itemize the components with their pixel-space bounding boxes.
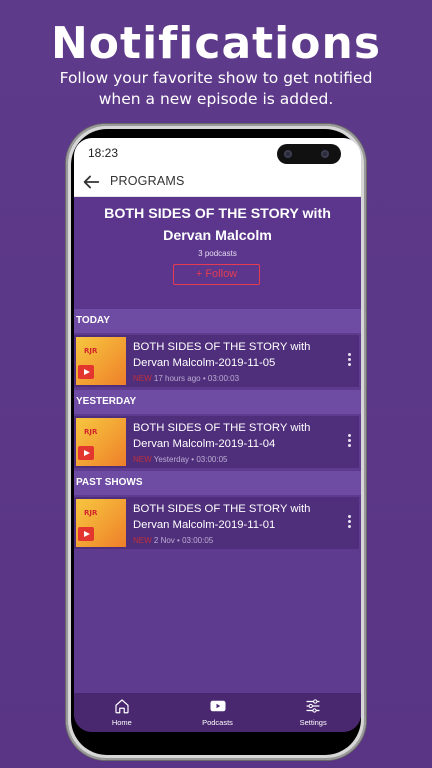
- promo-subtitle: Follow your favorite show to get notifie…: [59, 69, 373, 108]
- youtube-play-icon: [210, 700, 225, 712]
- sliders-icon: [306, 699, 320, 713]
- podcast-count: 3 podcasts: [198, 249, 237, 258]
- nav-podcasts[interactable]: Podcasts: [170, 693, 266, 732]
- meta-separator: •: [191, 455, 195, 464]
- show-header: BOTH SIDES OF THE STORY with Dervan Malc…: [74, 197, 361, 309]
- episode-duration: 03:00:05: [196, 455, 228, 464]
- section-header-today: TODAY: [74, 309, 361, 333]
- episode-row[interactable]: RJR BOTH SIDES OF THE STORY with Dervan …: [74, 416, 359, 468]
- app-bar: PROGRAMS: [74, 168, 361, 197]
- episode-row[interactable]: RJR BOTH SIDES OF THE STORY with Dervan …: [74, 335, 359, 387]
- meta-separator: •: [177, 536, 180, 545]
- meta-separator: •: [202, 374, 206, 383]
- youtube-play-icon: [78, 446, 94, 460]
- episode-title: BOTH SIDES OF THE STORY with Dervan Malc…: [133, 503, 311, 531]
- episode-thumbnail: RJR: [76, 418, 126, 466]
- episode-meta: NEW 17 hours ago • 03:00:03: [133, 374, 239, 383]
- episode-duration: 03:00:03: [207, 374, 240, 383]
- follow-button[interactable]: + Follow: [173, 264, 260, 285]
- front-camera-icon: [321, 150, 329, 158]
- episode-time: Yesterday: [153, 455, 190, 464]
- nav-settings-label: Settings: [299, 718, 327, 727]
- app-bar-title: PROGRAMS: [110, 174, 185, 188]
- episode-title: BOTH SIDES OF THE STORY with Dervan Malc…: [133, 422, 311, 450]
- front-camera-icon: [284, 150, 292, 158]
- episode-title: BOTH SIDES OF THE STORY with Dervan Malc…: [133, 341, 311, 369]
- status-time: 18:23: [88, 146, 119, 160]
- more-vert-icon[interactable]: [347, 352, 351, 370]
- bottom-nav: Home Podcasts Settings: [74, 693, 361, 732]
- status-bar: 18:23: [74, 138, 361, 168]
- station-logo: RJR: [84, 428, 98, 436]
- nav-home-label: Home: [111, 718, 132, 727]
- episode-meta: NEW Yesterday • 03:00:05: [133, 455, 227, 464]
- episode-thumbnail: RJR: [76, 337, 126, 385]
- promo-title: Notifications: [50, 18, 382, 69]
- more-vert-icon[interactable]: [347, 514, 351, 532]
- home-icon: [115, 699, 129, 714]
- new-badge: NEW: [133, 455, 152, 464]
- arrow-left-icon[interactable]: [80, 171, 102, 193]
- camera-cutout: [277, 144, 341, 164]
- episode-time: 2 Nov: [153, 536, 175, 545]
- show-title: BOTH SIDES OF THE STORY with Dervan Malc…: [104, 206, 331, 244]
- new-badge: NEW: [133, 536, 152, 545]
- nav-home[interactable]: Home: [74, 693, 170, 732]
- episode-duration: 03:00:05: [182, 536, 214, 545]
- nav-settings[interactable]: Settings: [265, 693, 361, 732]
- app-screen: 18:23 PROGRAMS BOTH SIDES OF THE STORY w…: [74, 138, 361, 732]
- youtube-play-icon: [78, 527, 94, 541]
- nav-podcasts-label: Podcasts: [202, 718, 233, 727]
- episode-meta: NEW 2 Nov • 03:00:05: [133, 536, 213, 545]
- section-header-yesterday: YESTERDAY: [74, 390, 361, 414]
- station-logo: RJR: [84, 509, 98, 517]
- episode-time: 17 hours ago: [153, 374, 201, 383]
- episode-row[interactable]: RJR BOTH SIDES OF THE STORY with Dervan …: [74, 497, 359, 549]
- episode-thumbnail: RJR: [76, 499, 126, 547]
- youtube-play-icon: [78, 365, 94, 379]
- section-header-past-shows: PAST SHOWS: [74, 471, 361, 495]
- station-logo: RJR: [84, 347, 98, 355]
- new-badge: NEW: [133, 374, 152, 383]
- more-vert-icon[interactable]: [347, 433, 351, 451]
